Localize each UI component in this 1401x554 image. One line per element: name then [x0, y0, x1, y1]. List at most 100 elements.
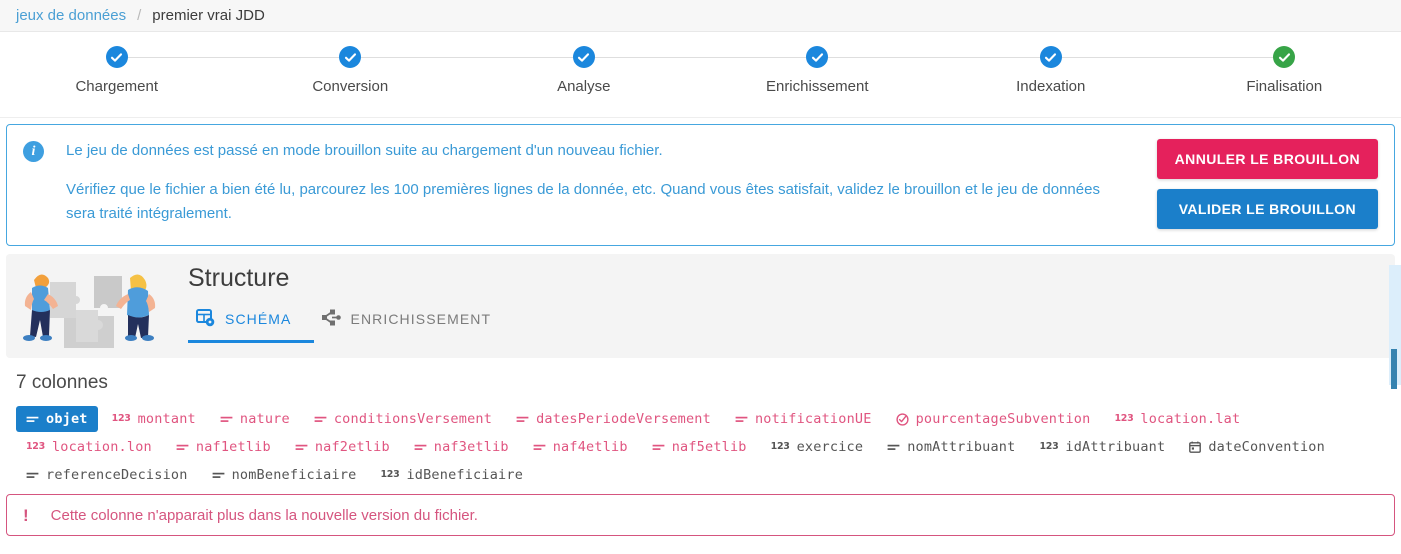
text-type-icon	[26, 415, 39, 424]
text-type-icon	[26, 471, 39, 480]
column-chip[interactable]: 123 idAttribuant	[1029, 434, 1175, 460]
structure-card: Structure SCHÉMA ENRICHISSEMENT	[6, 254, 1395, 358]
column-chip-label: referenceDecision	[46, 467, 188, 483]
structure-tabs: SCHÉMA ENRICHISSEMENT	[188, 301, 1395, 343]
column-chip[interactable]: naf3etlib	[404, 434, 519, 460]
step-label: Indexation	[1016, 78, 1086, 95]
step-label: Conversion	[312, 78, 389, 95]
check-circle-icon	[105, 46, 128, 68]
column-chip[interactable]: dateConvention	[1179, 434, 1335, 460]
column-chip-label: naf4etlib	[552, 439, 628, 455]
text-type-icon	[176, 443, 189, 452]
step-label: Finalisation	[1246, 78, 1323, 95]
column-chip[interactable]: nature	[210, 406, 300, 432]
column-chip[interactable]: 123 location.lon	[16, 434, 162, 460]
column-chip[interactable]: objet	[16, 406, 98, 432]
banner-line-2: Vérifiez que le fichier a bien été lu, p…	[66, 181, 1100, 222]
step-2[interactable]: Conversion	[234, 46, 584, 95]
step-3[interactable]: Analyse	[467, 46, 818, 95]
step-5[interactable]: Indexation	[934, 46, 1285, 95]
breadcrumb-separator: /	[137, 7, 142, 24]
column-error-banner: ! Cette colonne n'apparait plus dans la …	[6, 494, 1395, 536]
text-type-icon	[516, 415, 529, 424]
column-chip[interactable]: 123 montant	[102, 406, 206, 432]
number-type-icon: 123	[26, 441, 45, 453]
number-type-icon: 123	[380, 469, 400, 481]
check-circle-icon	[572, 46, 595, 68]
cancel-draft-button[interactable]: ANNULER LE BROUILLON	[1156, 139, 1378, 179]
boolean-type-icon	[895, 412, 909, 426]
vertical-scrollbar[interactable]	[1389, 265, 1401, 389]
check-circle-icon	[1039, 46, 1062, 68]
step-1[interactable]: Chargement	[0, 46, 351, 95]
grid-settings-icon	[196, 308, 215, 330]
number-type-icon: 123	[770, 441, 790, 453]
breadcrumb-current: premier vrai JDD	[152, 7, 265, 24]
text-type-icon	[533, 443, 546, 452]
check-circle-icon	[339, 46, 362, 68]
column-chip-label: naf2etlib	[314, 439, 390, 455]
step-4[interactable]: Enrichissement	[701, 46, 1051, 95]
column-chip-label: dateConvention	[1208, 439, 1325, 455]
tab-schema[interactable]: SCHÉMA	[188, 308, 314, 343]
step-label: Analyse	[557, 78, 611, 95]
info-icon: i	[23, 141, 44, 162]
column-chip[interactable]: nomAttribuant	[877, 434, 1025, 460]
column-chip-label: exercice	[796, 439, 864, 455]
number-type-icon: 123	[1039, 441, 1059, 453]
column-chip-label: idAttribuant	[1065, 439, 1166, 455]
column-chip[interactable]: conditionsVersement	[304, 406, 502, 432]
column-chip[interactable]: 123 exercice	[761, 434, 874, 460]
banner-actions: ANNULER LE BROUILLON VALIDER LE BROUILLO…	[1156, 139, 1378, 229]
tab-enrichissement-label: ENRICHISSEMENT	[350, 311, 492, 327]
column-error-message: Cette colonne n'apparait plus dans la no…	[50, 506, 478, 524]
columns-count: 7 colonnes	[16, 372, 108, 393]
column-chip-label: location.lon	[51, 439, 152, 455]
text-type-icon	[295, 443, 308, 452]
text-type-icon	[212, 471, 225, 480]
column-chip[interactable]: 123 location.lat	[1104, 406, 1250, 432]
step-6[interactable]: Finalisation	[1168, 46, 1401, 95]
column-chip[interactable]: notificationUE	[725, 406, 882, 432]
column-chip[interactable]: naf5etlib	[642, 434, 757, 460]
column-chip-label: nomAttribuant	[907, 439, 1016, 455]
breadcrumb-link-datasets[interactable]: jeux de données	[16, 7, 126, 24]
vertical-scrollbar-thumb[interactable]	[1391, 349, 1397, 389]
validate-draft-button[interactable]: VALIDER LE BROUILLON	[1156, 189, 1378, 229]
calendar-type-icon	[1189, 441, 1202, 453]
text-type-icon	[314, 415, 327, 424]
column-chip[interactable]: 123 idBeneficiaire	[371, 462, 534, 488]
column-chip-label: naf1etlib	[195, 439, 271, 455]
column-chip[interactable]: naf4etlib	[523, 434, 638, 460]
warning-icon: !	[23, 505, 29, 525]
check-circle-icon	[806, 46, 829, 68]
column-chip[interactable]: referenceDecision	[16, 462, 198, 488]
column-chip[interactable]: nomBeneficiaire	[202, 462, 367, 488]
column-chip-list: objet 123 montant nature conditionsVersement…	[16, 406, 1385, 488]
column-chip-label: conditionsVersement	[333, 411, 493, 427]
column-chip-label: naf5etlib	[671, 439, 747, 455]
column-chip[interactable]: naf1etlib	[166, 434, 281, 460]
column-chip-label: notificationUE	[754, 411, 872, 427]
column-chip[interactable]: pourcentageSubvention	[886, 406, 1101, 432]
text-type-icon	[652, 443, 665, 452]
tab-enrichissement[interactable]: ENRICHISSEMENT	[314, 308, 514, 343]
column-chip-label: montant	[137, 411, 196, 427]
progress-stepper: Chargement Conversion Analyse Enrichissemen…	[0, 32, 1401, 118]
banner-line-1: Le jeu de données est passé en mode brou…	[66, 142, 663, 159]
people-puzzle-illustration	[6, 254, 168, 358]
draft-info-banner: i Le jeu de données est passé en mode br…	[6, 124, 1395, 246]
breadcrumb: jeux de données / premier vrai JDD	[0, 0, 1401, 32]
text-type-icon	[414, 443, 427, 452]
number-type-icon: 123	[1114, 413, 1134, 425]
column-chip-label: idBeneficiaire	[406, 467, 524, 483]
column-chip[interactable]: datesPeriodeVersement	[506, 406, 721, 432]
text-type-icon	[735, 415, 748, 424]
column-chip[interactable]: naf2etlib	[285, 434, 400, 460]
tab-schema-label: SCHÉMA	[225, 311, 292, 327]
column-chip-label: objet	[46, 411, 88, 427]
step-label: Chargement	[75, 78, 159, 95]
column-chip-label: nature	[239, 411, 290, 427]
branch-nodes-icon	[321, 308, 341, 330]
column-chip-label: pourcentageSubvention	[915, 411, 1091, 427]
